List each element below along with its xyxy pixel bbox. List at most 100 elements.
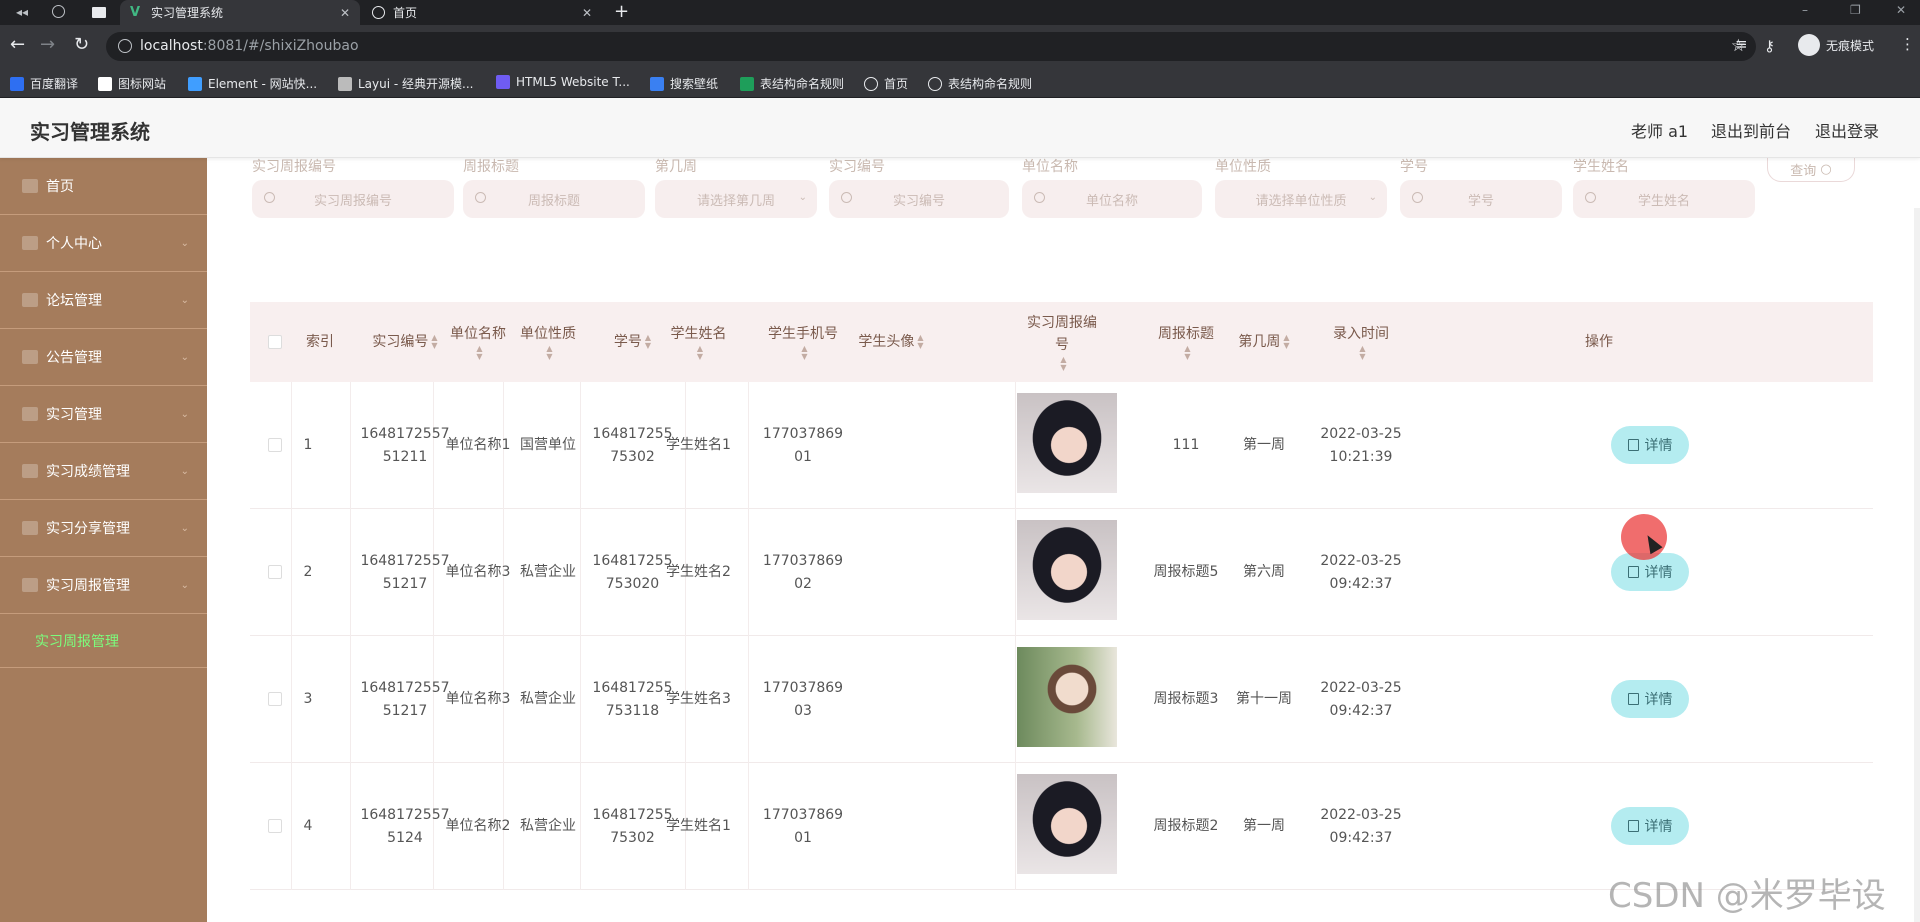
address-bar: ← → ↻ localhost:8081/#/shixiZhoubao ☆ ≡ … [0, 25, 1920, 68]
sidebar-item[interactable]: 首页 [0, 158, 207, 215]
sort-icon[interactable]: ▲ ▼ [546, 345, 552, 361]
search-label: 第几周 [655, 159, 697, 175]
tab-home[interactable]: 首页 ✕ [362, 0, 602, 25]
minimize-icon[interactable]: – [1802, 3, 1808, 17]
bookmark-item[interactable]: 表结构命名规则 [928, 75, 1032, 92]
detail-label: 详情 [1644, 565, 1673, 581]
search-input[interactable]: 单位名称 [1022, 180, 1202, 218]
sidebar-item[interactable]: 个人中心 ⌄ [0, 215, 207, 272]
incognito-indicator[interactable]: 无痕模式 [1798, 34, 1874, 56]
close-window-icon[interactable]: ✕ [1896, 3, 1906, 17]
window-icon[interactable] [92, 7, 106, 18]
search-input[interactable]: 实习编号 [829, 180, 1009, 218]
student-avatar [1017, 774, 1117, 874]
chevron-down-icon: ⌄ [798, 192, 807, 203]
column-header[interactable]: 学生姓名 ▲ ▼ [651, 302, 746, 382]
column-header[interactable]: 第几周 ▲ ▼ [1224, 302, 1304, 382]
search-input[interactable]: 学号 [1400, 180, 1562, 218]
scrollbar[interactable] [1914, 208, 1920, 922]
detail-button[interactable]: 详情 [1611, 680, 1689, 718]
tab-internship-system[interactable]: V 实习管理系统 ✕ [120, 0, 360, 25]
sidebar-subitem-weekly-report[interactable]: 实习周报管理 [0, 614, 207, 668]
column-header[interactable]: 学生头像 ▲ ▼ [811, 302, 971, 382]
url-field[interactable]: localhost:8081/#/shixiZhoubao ☆ [106, 32, 1756, 61]
bookmark-item[interactable]: 百度翻译 [10, 75, 78, 92]
sort-icon[interactable]: ▲ ▼ [917, 334, 923, 350]
column-header-label: 学生姓名 [670, 326, 727, 342]
bookmark-item[interactable]: 首页 [864, 75, 908, 92]
query-button[interactable]: 查询 ○ [1767, 158, 1855, 182]
bookmark-item[interactable]: Layui - 经典开源模... [338, 75, 473, 92]
menu-icon[interactable]: ⋮ [1900, 35, 1915, 53]
reload-icon[interactable]: ↻ [74, 36, 89, 54]
url-path: :8081/#/shixiZhoubao [202, 38, 359, 54]
chevron-down-icon: ⌄ [1368, 192, 1377, 203]
bookmark-item[interactable]: 图标网站 [98, 75, 166, 92]
column-divider [291, 763, 292, 890]
search-placeholder: 学生姓名 [1637, 193, 1690, 209]
key-icon[interactable]: ⚷ [1764, 37, 1775, 55]
search-select[interactable]: 请选择单位性质 ⌄ [1215, 180, 1387, 218]
reading-list-icon[interactable]: ≡ [1735, 35, 1748, 53]
sort-icon[interactable]: ▲ ▼ [1184, 345, 1190, 361]
sidebar-item[interactable]: 公告管理 ⌄ [0, 329, 207, 386]
url-text: localhost:8081/#/shixiZhoubao [140, 38, 359, 54]
column-header-label: 索引 [306, 334, 334, 350]
search-input[interactable]: 周报标题 [463, 180, 645, 218]
row-checkbox[interactable] [268, 819, 282, 833]
column-header[interactable]: 录入时间 ▲ ▼ [1306, 302, 1416, 382]
forward-icon[interactable]: → [40, 36, 55, 54]
bookmark-item[interactable]: HTML5 Website T... [496, 75, 630, 89]
sort-icon[interactable]: ▲ ▼ [476, 345, 482, 361]
search-input[interactable]: 学生姓名 [1573, 180, 1755, 218]
sidebar-item[interactable]: 论坛管理 ⌄ [0, 272, 207, 329]
sidebar-item-label: 论坛管理 [46, 293, 102, 309]
select-all-checkbox[interactable] [268, 335, 282, 349]
back-to-front-link[interactable]: 退出到前台 [1711, 118, 1791, 142]
sidebar-item[interactable]: 实习周报管理 ⌄ [0, 557, 207, 614]
row-checkbox[interactable] [268, 438, 282, 452]
detail-button[interactable]: 详情 [1611, 807, 1689, 845]
week-number: 第十一周 [1236, 691, 1292, 707]
bookmark-item[interactable]: 表结构命名规则 [740, 75, 844, 92]
bookmark-label: 百度翻译 [30, 77, 79, 91]
search-select[interactable]: 请选择第几周 ⌄ [655, 180, 817, 218]
bookmark-label: 表结构命名规则 [948, 77, 1033, 91]
logout-link[interactable]: 退出登录 [1815, 118, 1879, 142]
sort-icon[interactable]: ▲ ▼ [1283, 334, 1289, 350]
row-checkbox[interactable] [268, 692, 282, 706]
current-user[interactable]: 老师 a1 [1631, 118, 1688, 142]
sort-icon[interactable]: ▲ ▼ [1060, 356, 1066, 372]
search-input[interactable]: 实习周报编号 [252, 180, 454, 218]
site-info-icon[interactable] [118, 39, 132, 53]
chevron-down-icon: ⌄ [180, 408, 189, 420]
back-icon[interactable]: ← [10, 36, 25, 54]
sort-icon[interactable]: ▲ ▼ [1359, 345, 1365, 361]
query-label: 查询 [1790, 164, 1817, 179]
row-checkbox[interactable] [268, 565, 282, 579]
globe-icon[interactable] [52, 5, 65, 18]
entry-time: 2022-03-25 09:42:37 [1320, 552, 1402, 592]
sidebar-item[interactable]: 实习成绩管理 ⌄ [0, 443, 207, 500]
flag-icon [98, 76, 112, 91]
chevron-down-icon: ⌄ [180, 522, 189, 534]
sidebar-item[interactable]: 实习管理 ⌄ [0, 386, 207, 443]
column-header[interactable]: 周报标题 ▲ ▼ [1141, 302, 1231, 382]
bookmark-item[interactable]: Element - 网站快... [188, 75, 317, 92]
tab-close-icon[interactable]: ✕ [340, 6, 350, 20]
column-header-label: 学生头像 [858, 334, 915, 350]
detail-button[interactable]: 详情 [1611, 426, 1689, 464]
media-icon[interactable]: ◂◂ [16, 5, 28, 19]
bookmark-item[interactable]: 搜索壁纸 [650, 75, 718, 92]
sort-icon[interactable]: ▲ ▼ [801, 345, 807, 361]
sort-icon[interactable]: ▲ ▼ [697, 345, 703, 361]
sidebar-item-label: 实习成绩管理 [46, 464, 130, 480]
column-header[interactable]: 实习周报编号 ▲ ▼ [1012, 302, 1112, 382]
html5-icon [496, 75, 510, 89]
new-tab-button[interactable]: + [614, 1, 629, 22]
sidebar-item[interactable]: 实习分享管理 ⌄ [0, 500, 207, 557]
restore-icon[interactable]: ❐ [1850, 3, 1861, 17]
search-icon [841, 192, 852, 203]
student-phone: 177037869 01 [762, 425, 844, 465]
tab-close-icon[interactable]: ✕ [582, 6, 592, 20]
